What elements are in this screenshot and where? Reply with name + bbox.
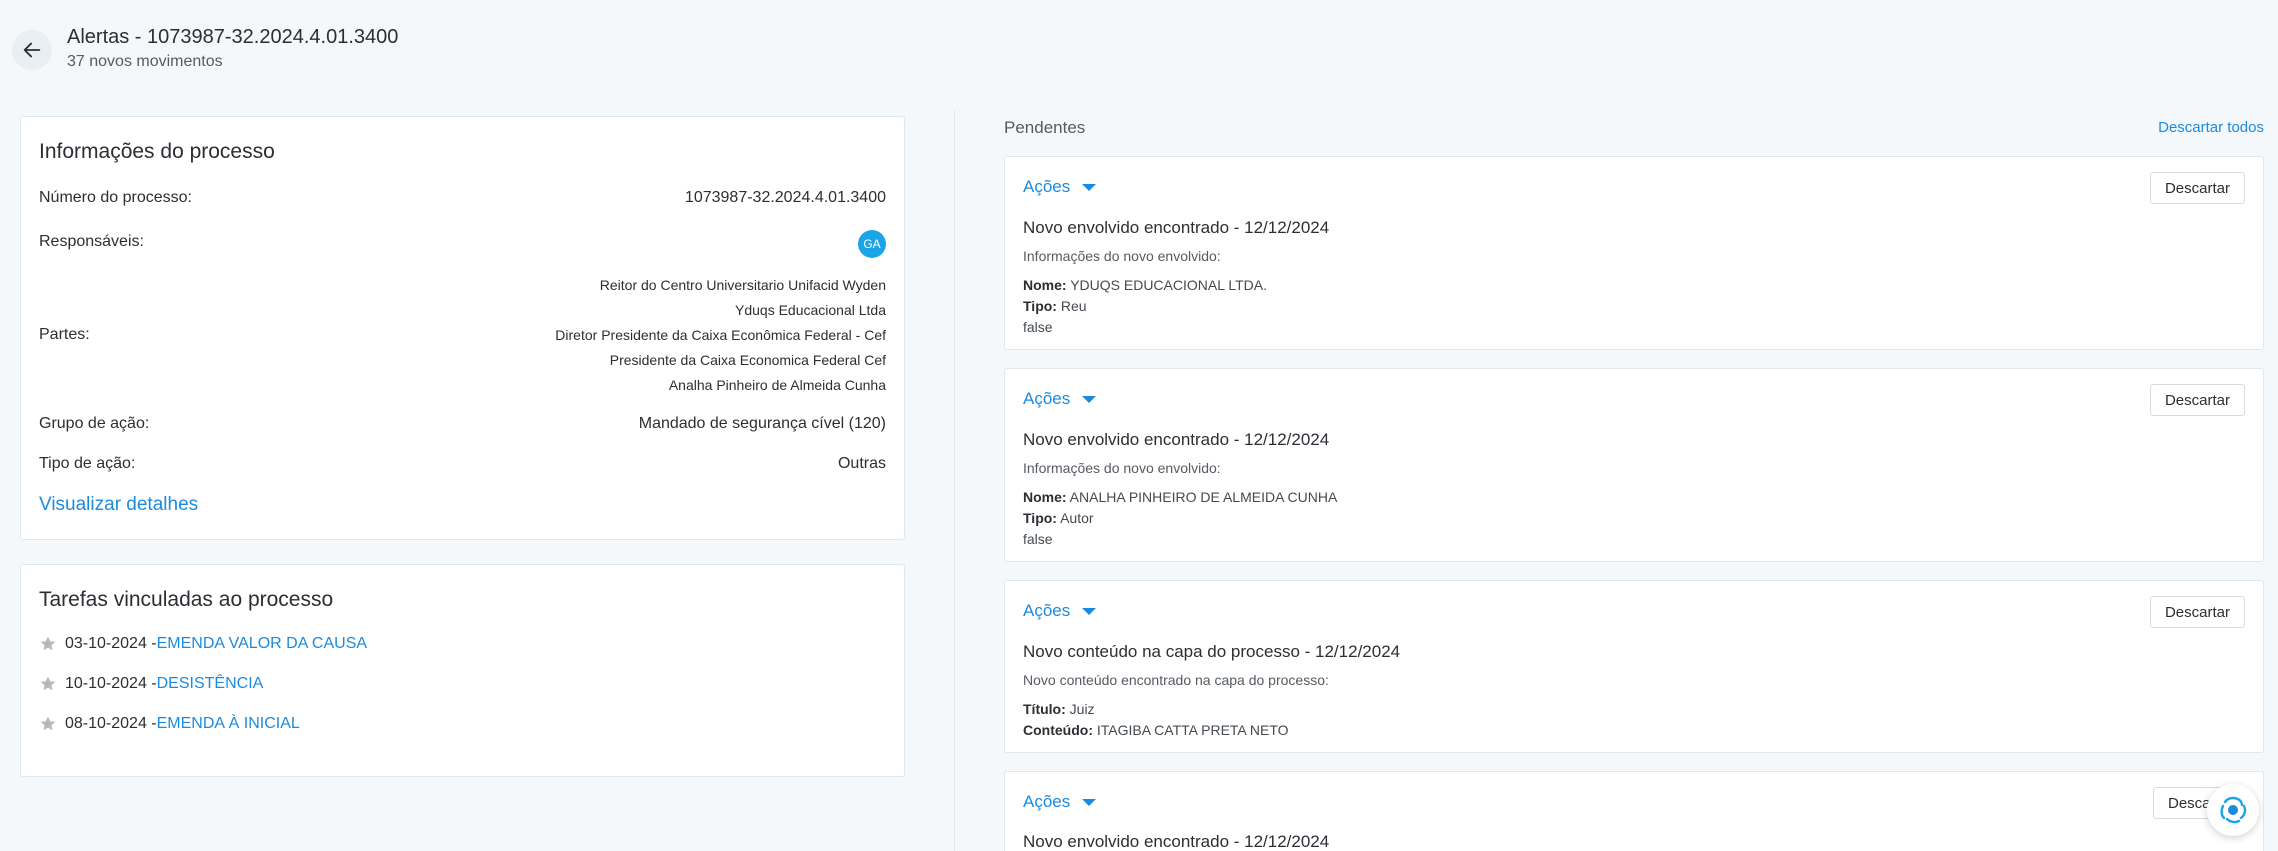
grupo-value: Mandado de segurança cível (120) <box>638 415 886 432</box>
actions-label: Ações <box>1023 601 1071 620</box>
alert-description: Informações do novo envolvido: <box>1023 248 1221 264</box>
actions-label: Ações <box>1023 792 1071 811</box>
alert-title: Novo envolvido encontrado - 12/12/2024 <box>1023 430 1330 449</box>
actions-dropdown[interactable]: Ações <box>1023 792 1097 812</box>
alert-card: Ações Descartar Novo conteúdo na capa do… <box>1004 580 2264 753</box>
task-date: 03-10-2024 - <box>65 635 157 652</box>
star-icon[interactable] <box>39 675 57 693</box>
task-item: 10-10-2024 - DESISTÊNCIA <box>39 675 263 693</box>
actions-dropdown[interactable]: Ações <box>1023 601 1097 621</box>
star-icon[interactable] <box>39 715 57 733</box>
alert-detail-line: Título: Juiz <box>1023 701 1095 717</box>
task-item: 03-10-2024 - EMENDA VALOR DA CAUSA <box>39 635 367 653</box>
caret-down-icon <box>1082 395 1097 403</box>
page-header: Alertas - 1073987-32.2024.4.01.3400 37 n… <box>12 22 612 82</box>
task-date: 10-10-2024 - <box>65 675 157 692</box>
task-title-link[interactable]: DESISTÊNCIA <box>157 675 264 693</box>
alert-detail-line: false <box>1023 319 1053 335</box>
page-title: Alertas - 1073987-32.2024.4.01.3400 <box>67 26 399 48</box>
pending-title: Pendentes <box>1004 118 1086 137</box>
tasks-card: Tarefas vinculadas ao processo 03-10-202… <box>20 564 905 777</box>
tipo-value: Outras <box>837 455 886 472</box>
alert-title: Novo envolvido encontrado - 12/12/2024 <box>1023 218 1330 237</box>
grupo-label: Grupo de ação: <box>39 415 150 432</box>
tipo-label: Tipo de ação: <box>39 455 136 472</box>
alert-detail-line: false <box>1023 531 1053 547</box>
process-info-card: Informações do processo Número do proces… <box>20 116 905 540</box>
task-title-link[interactable]: EMENDA VALOR DA CAUSA <box>157 635 367 653</box>
column-divider <box>954 110 955 851</box>
task-date: 08-10-2024 - <box>65 715 157 732</box>
alert-detail-line: Nome: ANALHA PINHEIRO DE ALMEIDA CUNHA <box>1023 489 1338 505</box>
discard-button[interactable]: Descartar <box>2149 172 2245 204</box>
alert-description: Novo conteúdo encontrado na capa do proc… <box>1023 672 1329 688</box>
process-number-label: Número do processo: <box>39 189 192 206</box>
actions-dropdown[interactable]: Ações <box>1023 177 1097 197</box>
alert-description: Informações do novo envolvido: <box>1023 460 1221 476</box>
actions-dropdown[interactable]: Ações <box>1023 389 1097 409</box>
party-item: Diretor Presidente da Caixa Econômica Fe… <box>555 327 886 343</box>
alert-title: Novo conteúdo na capa do processo - 12/1… <box>1023 642 1401 661</box>
discard-button[interactable]: Descartar <box>2149 384 2245 416</box>
alert-detail-line: Tipo: Reu <box>1023 298 1087 314</box>
alert-card: Ações Descartar Novo envolvido encontrad… <box>1004 368 2264 562</box>
star-icon[interactable] <box>39 635 57 653</box>
assistant-button[interactable] <box>2207 784 2259 836</box>
alert-detail-line: Nome: YDUQS EDUCACIONAL LTDA. <box>1023 277 1268 293</box>
alert-card: Ações Desca Novo envolvido encontrado - … <box>1004 771 2264 851</box>
party-item: Yduqs Educacional Ltda <box>735 302 886 318</box>
caret-down-icon <box>1082 183 1097 191</box>
back-button[interactable] <box>12 30 52 70</box>
arrow-left-icon <box>23 42 41 58</box>
alert-card: Ações Descartar Novo envolvido encontrad… <box>1004 156 2264 350</box>
task-item: 08-10-2024 - EMENDA À INICIAL <box>39 715 300 733</box>
discard-button[interactable]: Descartar <box>2149 596 2245 628</box>
view-details-link[interactable]: Visualizar detalhes <box>39 494 198 516</box>
party-item: Presidente da Caixa Economica Federal Ce… <box>609 352 886 368</box>
party-item: Analha Pinheiro de Almeida Cunha <box>668 377 886 393</box>
responsaveis-label: Responsáveis: <box>39 233 144 250</box>
process-info-title: Informações do processo <box>39 140 275 163</box>
alert-title: Novo envolvido encontrado - 12/12/2024 <box>1023 832 1330 851</box>
alert-detail-line: Tipo: Autor <box>1023 510 1094 526</box>
partes-label: Partes: <box>39 326 90 343</box>
avatar[interactable]: GA <box>858 230 886 258</box>
caret-down-icon <box>1082 607 1097 615</box>
process-number-link[interactable]: 1073987-32.2024.4.01.3400 <box>685 189 886 207</box>
actions-label: Ações <box>1023 389 1071 408</box>
tasks-title: Tarefas vinculadas ao processo <box>39 588 334 611</box>
actions-label: Ações <box>1023 177 1071 196</box>
alert-detail-line: Conteúdo: ITAGIBA CATTA PRETA NETO <box>1023 722 1289 738</box>
assistant-logo-icon <box>2220 796 2247 824</box>
party-item: Reitor do Centro Universitario Unifacid … <box>599 277 886 293</box>
discard-all-link[interactable]: Descartar todos <box>2158 119 2264 136</box>
page-subtitle: 37 novos movimentos <box>67 53 223 70</box>
task-title-link[interactable]: EMENDA À INICIAL <box>157 715 300 733</box>
caret-down-icon <box>1082 798 1097 806</box>
